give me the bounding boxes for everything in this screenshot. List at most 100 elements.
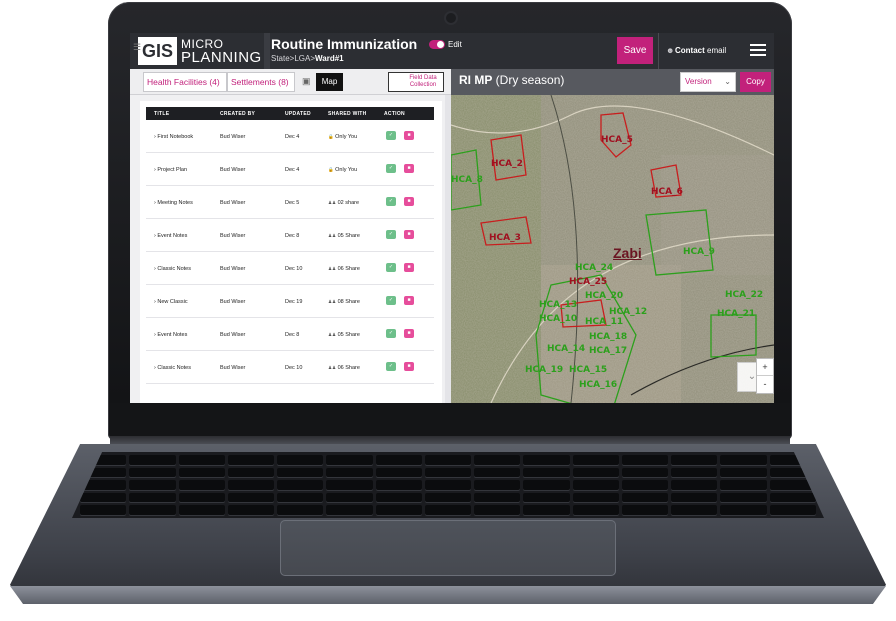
keyboard-key xyxy=(178,467,225,478)
zoom-out-button[interactable]: - xyxy=(757,376,773,393)
hca-area-label[interactable]: HCA_14 xyxy=(547,344,585,354)
map-view[interactable]: Zabi HCA_5 HCA_2 HCA_6 HCA_3 HCA_25 HCA_8 HCA_… xyxy=(451,95,774,403)
map-title: RI MP (Dry season) xyxy=(459,73,564,87)
keyboard-key xyxy=(523,505,570,515)
keyboard-key xyxy=(129,467,176,478)
keyboard-key xyxy=(227,455,275,465)
field-data-collection-button[interactable]: Field Data Collection xyxy=(388,72,444,92)
keyboard-key xyxy=(572,480,619,490)
row-updated: Dec 4 xyxy=(285,134,300,140)
table-row[interactable]: › Meeting Notes Bud Wiser Dec 5 ♟♟ 02 share… xyxy=(146,186,434,219)
keyboard xyxy=(72,452,824,518)
tab-settlements[interactable]: Settlements (8) xyxy=(227,72,295,92)
hca-area-label[interactable]: HCA_2 xyxy=(491,159,523,169)
col-created-by[interactable]: CREATED BY xyxy=(220,111,255,117)
table-row[interactable]: › Event Notes Bud Wiser Dec 8 ♟♟ 05 Share ✓ ■ xyxy=(146,219,434,252)
keyboard-key xyxy=(326,467,373,478)
edit-icon[interactable]: ✓ xyxy=(386,197,396,206)
hamburger-menu-icon[interactable] xyxy=(750,44,766,56)
breadcrumb[interactable]: State>LGA>Ward#1 xyxy=(271,54,344,63)
hca-area-label[interactable]: HCA_13 xyxy=(539,300,577,310)
edit-icon[interactable]: ✓ xyxy=(386,362,396,371)
row-title[interactable]: › First Notebook xyxy=(154,134,193,140)
table-row[interactable]: › New Classic Bud Wiser Dec 19 ♟♟ 08 Share ✓… xyxy=(146,285,434,318)
delete-icon[interactable]: ■ xyxy=(404,131,414,140)
hca-area-label[interactable]: HCA_11 xyxy=(585,317,623,327)
edit-icon[interactable]: ✓ xyxy=(386,164,396,173)
row-title[interactable]: › Event Notes xyxy=(154,233,187,239)
copy-button[interactable]: Copy xyxy=(740,72,771,92)
delete-icon[interactable]: ■ xyxy=(404,197,414,206)
keyboard-key xyxy=(277,480,324,490)
keyboard-key xyxy=(277,455,324,465)
delete-icon[interactable]: ■ xyxy=(404,263,414,272)
hca-area-label[interactable]: HCA_17 xyxy=(589,346,627,356)
hca-area-label[interactable]: HCA_25 xyxy=(569,277,607,287)
keyboard-key xyxy=(671,480,718,490)
edit-icon[interactable]: ✓ xyxy=(386,263,396,272)
table-row[interactable]: › Classic Notes Bud Wiser Dec 10 ♟♟ 06 Shar… xyxy=(146,351,434,384)
row-title[interactable]: › Event Notes xyxy=(154,332,187,338)
row-title[interactable]: › New Classic xyxy=(154,299,188,305)
row-shared-text: Only You xyxy=(335,167,358,173)
delete-icon[interactable]: ■ xyxy=(404,362,414,371)
keyboard-key xyxy=(227,492,275,503)
hca-area-label[interactable]: HCA_6 xyxy=(651,187,683,197)
row-shared-with: ♟♟ 05 Share xyxy=(328,233,360,239)
map-button[interactable]: Map xyxy=(316,73,343,91)
row-shared-text: 02 share xyxy=(337,200,360,206)
delete-icon[interactable]: ■ xyxy=(404,164,414,173)
hca-area-label[interactable]: HCA_12 xyxy=(609,307,647,317)
delete-icon[interactable]: ■ xyxy=(404,329,414,338)
hca-area-label[interactable]: HCA_22 xyxy=(725,290,763,300)
edit-icon[interactable]: ✓ xyxy=(386,296,396,305)
row-title[interactable]: › Classic Notes xyxy=(154,266,191,272)
hca-area-label[interactable]: HCA_16 xyxy=(579,380,617,390)
col-title[interactable]: TITLE xyxy=(154,111,169,117)
hca-area-label[interactable]: HCA_3 xyxy=(489,233,521,243)
zoom-in-button[interactable]: + xyxy=(757,359,773,376)
hca-area-label[interactable]: HCA_15 xyxy=(569,365,607,375)
edit-icon[interactable]: ✓ xyxy=(386,230,396,239)
hca-area-label[interactable]: HCA_5 xyxy=(601,135,633,145)
tab-health-facilities[interactable]: Health Facilities (4) xyxy=(143,72,227,92)
hca-area-label[interactable]: HCA_10 xyxy=(539,314,577,324)
edit-icon[interactable]: ✓ xyxy=(386,329,396,338)
keyboard-key xyxy=(720,455,767,465)
keyboard-key xyxy=(424,467,472,478)
breadcrumb-path[interactable]: State>LGA> xyxy=(271,54,315,63)
table-row[interactable]: › Event Notes Bud Wiser Dec 8 ♟♟ 05 Share ✓ ■ xyxy=(146,318,434,351)
hca-area-label[interactable]: HCA_21 xyxy=(717,309,755,319)
map-view-icon[interactable]: ▣ xyxy=(302,76,311,87)
hca-area-label[interactable]: HCA_20 xyxy=(585,291,623,301)
keyboard-key xyxy=(326,492,373,503)
table-row[interactable]: › Classic Notes Bud Wiser Dec 10 ♟♟ 06 Shar… xyxy=(146,252,434,285)
page-title: Routine Immunization xyxy=(271,36,418,52)
list-icon[interactable]: ☰ xyxy=(133,42,141,53)
keyboard-key xyxy=(720,467,767,478)
version-select[interactable]: Version ⌄ xyxy=(680,72,736,92)
hca-area-label[interactable]: HCA_24 xyxy=(575,263,613,273)
row-title[interactable]: › Project Plan xyxy=(154,167,187,173)
table-row[interactable]: › Project Plan Bud Wiser Dec 4 🔒 Only You ✓ ■ xyxy=(146,153,434,186)
edit-icon[interactable]: ✓ xyxy=(386,131,396,140)
row-title[interactable]: › Classic Notes xyxy=(154,365,191,371)
hca-area-label[interactable]: HCA_8 xyxy=(451,175,483,185)
delete-icon[interactable]: ■ xyxy=(404,296,414,305)
contact-email[interactable]: Contact email xyxy=(675,46,726,55)
col-shared-with[interactable]: SHARED WITH xyxy=(328,111,367,117)
table-row[interactable]: › First Notebook Bud Wiser Dec 4 🔒 Only You… xyxy=(146,120,434,153)
field-data-line2: Collection xyxy=(409,82,437,88)
hca-area-label[interactable]: HCA_18 xyxy=(589,332,627,342)
row-updated: Dec 8 xyxy=(285,233,300,239)
save-button[interactable]: Save xyxy=(617,37,653,64)
row-title[interactable]: › Meeting Notes xyxy=(154,200,193,206)
delete-icon[interactable]: ■ xyxy=(404,230,414,239)
hca-area-label[interactable]: HCA_19 xyxy=(525,365,563,375)
webcam xyxy=(446,13,456,23)
col-updated[interactable]: UPDATED xyxy=(285,111,311,117)
edit-toggle[interactable] xyxy=(429,40,445,49)
keyboard-key xyxy=(572,492,619,503)
keyboard-key xyxy=(671,492,718,503)
hca-area-label[interactable]: HCA_9 xyxy=(683,247,715,257)
